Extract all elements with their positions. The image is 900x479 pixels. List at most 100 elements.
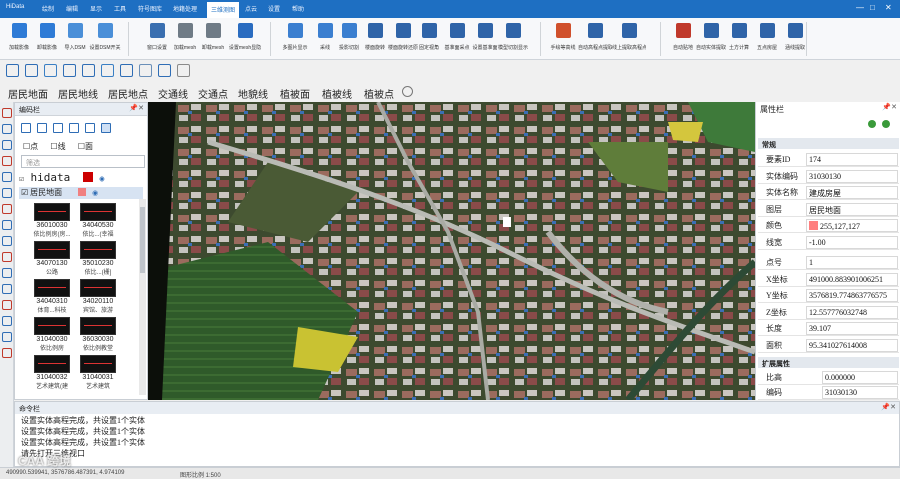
filter-input[interactable]: 筛选 xyxy=(21,155,145,168)
layer-button-resident-point[interactable]: 居民地点 xyxy=(108,86,148,101)
select-icon[interactable] xyxy=(2,204,12,214)
layer-button-resident-line[interactable]: 居民地线 xyxy=(58,86,98,101)
small-grid-icon[interactable] xyxy=(69,123,79,133)
refresh-icon[interactable] xyxy=(882,120,890,128)
snap-icon[interactable] xyxy=(2,284,12,294)
tab-draw[interactable]: 绘制 xyxy=(42,4,54,13)
checkbox-icon[interactable]: ☑ xyxy=(21,188,28,197)
property-value[interactable]: -1.00 xyxy=(806,235,898,249)
camera-icon[interactable] xyxy=(101,64,114,77)
property-value[interactable]: 居民地面 xyxy=(806,202,898,216)
property-value[interactable]: 建成房屋 xyxy=(806,186,898,199)
property-value[interactable]: 12.557776032748 xyxy=(806,305,898,319)
layer-button-landform-line[interactable]: 地貌线 xyxy=(238,86,268,101)
target-icon[interactable] xyxy=(2,332,12,342)
draw-icon[interactable] xyxy=(2,252,12,262)
eye-icon[interactable]: ◉ xyxy=(99,174,104,183)
triangle-icon[interactable] xyxy=(158,64,171,77)
layer-button-resident-area[interactable]: 居民地面 xyxy=(8,86,48,101)
layer-icon[interactable] xyxy=(2,348,12,358)
tab-settings[interactable]: 设置 xyxy=(268,4,280,13)
node-icon[interactable] xyxy=(2,300,12,310)
measure-icon[interactable] xyxy=(2,220,12,230)
ribbon-button-dsm-switch[interactable]: 设置DSM开关 xyxy=(88,21,122,59)
tree-group[interactable]: ☑ 居民地面 ◉ xyxy=(19,187,143,199)
grid-icon[interactable] xyxy=(44,64,57,77)
tab-help[interactable]: 帮助 xyxy=(292,4,304,13)
cube-icon[interactable] xyxy=(120,64,133,77)
tab-display[interactable]: 显示 xyxy=(90,4,102,13)
checkbox-icon[interactable]: ☑ xyxy=(19,174,24,183)
tab-symbols[interactable]: 符号图库 xyxy=(138,4,162,13)
map-viewport[interactable] xyxy=(148,102,755,400)
property-value[interactable]: 1 xyxy=(806,256,898,269)
settings-icon[interactable] xyxy=(177,64,190,77)
eye-icon[interactable]: ◉ xyxy=(92,189,98,197)
zoom-in-icon[interactable] xyxy=(2,156,12,166)
pin-icon[interactable]: 📌✕ xyxy=(882,103,897,111)
property-value[interactable]: 31030130 xyxy=(822,386,898,399)
zoom-out-icon[interactable] xyxy=(2,172,12,182)
curve-icon[interactable] xyxy=(139,64,152,77)
layer-button-traffic-point[interactable]: 交通点 xyxy=(198,86,228,101)
symbol-item[interactable]: 31040031 艺术建筑 xyxy=(75,355,121,405)
layer-button-traffic-line[interactable]: 交通线 xyxy=(158,86,188,101)
symbol-item[interactable]: 31040032 艺术建筑(建 xyxy=(29,355,75,405)
select-icon[interactable] xyxy=(101,123,111,133)
tab-tools[interactable]: 工具 xyxy=(114,4,126,13)
property-value[interactable]: 174 xyxy=(806,153,898,166)
dsm-icon xyxy=(67,23,83,38)
property-value[interactable]: 0.000000 xyxy=(822,371,898,384)
image-icon[interactable] xyxy=(25,64,38,77)
tag-icon[interactable] xyxy=(82,64,95,77)
tab-pointcloud[interactable]: 点云 xyxy=(245,4,257,13)
pan-icon[interactable] xyxy=(2,140,12,150)
list-icon[interactable] xyxy=(21,123,31,133)
line-checkbox[interactable]: ☐ xyxy=(50,142,57,151)
ribbon-button-elevation[interactable]: 自动高程点提取 xyxy=(578,21,612,59)
property-key: 实体名称 xyxy=(766,188,798,197)
close-icon[interactable]: ✕ xyxy=(885,3,892,12)
maximize-icon[interactable]: □ xyxy=(870,3,875,12)
undo-icon[interactable] xyxy=(2,108,12,118)
property-value[interactable]: 95.341027614008 xyxy=(806,338,898,352)
globe-icon[interactable] xyxy=(63,64,76,77)
area-checkbox[interactable]: ☐ xyxy=(78,142,85,151)
tab-hidata[interactable]: HiData xyxy=(6,4,24,10)
layer-button-vegetation-area[interactable]: 植被面 xyxy=(280,86,310,101)
property-value[interactable]: 3576819.774863776575 xyxy=(806,289,898,302)
sort-icon[interactable] xyxy=(85,123,95,133)
minimize-icon[interactable]: — xyxy=(856,3,864,12)
gear-icon[interactable] xyxy=(402,86,413,97)
property-value[interactable]: 491000.883901006251 xyxy=(806,272,898,286)
ribbon-button-dsm[interactable]: 导入DSM xyxy=(58,21,92,59)
ribbon-button-eye[interactable]: 设置mesh显隐 xyxy=(228,21,262,59)
ribbon-button-line-elevation[interactable]: 线上提取高程点 xyxy=(612,21,646,59)
delete-icon[interactable] xyxy=(2,268,12,278)
redo-icon[interactable] xyxy=(2,124,12,134)
grid-icon[interactable] xyxy=(53,123,63,133)
layer-icon[interactable] xyxy=(6,64,19,77)
tree-root[interactable]: ☑ hidata ◉ xyxy=(19,171,143,185)
property-value[interactable]: 39.107 xyxy=(806,322,898,335)
layer-button-vegetation-point[interactable]: 植被点 xyxy=(364,86,394,101)
edit-icon[interactable] xyxy=(2,236,12,246)
tab-edit[interactable]: 编辑 xyxy=(66,4,78,13)
tab-3d-mapping[interactable]: 三维测图 xyxy=(207,2,240,18)
rotate-icon[interactable] xyxy=(2,188,12,198)
symbol-scrollbar[interactable] xyxy=(139,199,146,395)
selected-building[interactable] xyxy=(503,217,511,227)
tab-cadastre[interactable]: 地籍处理 xyxy=(173,4,197,13)
ribbon-button-contour-draw[interactable]: 手绘等高线 xyxy=(546,21,580,59)
property-value[interactable]: 255,127,127 xyxy=(806,219,898,232)
pin-icon[interactable]: 📌✕ xyxy=(129,104,144,112)
ribbon-button-model-cut[interactable]: 模型切割显示 xyxy=(496,21,530,59)
add-icon[interactable] xyxy=(868,120,876,128)
ribbon-button-multi-image[interactable]: 多图片显示 xyxy=(278,21,312,59)
layer-button-vegetation-line[interactable]: 植被线 xyxy=(322,86,352,101)
close-icon[interactable] xyxy=(2,316,12,326)
pin-icon[interactable]: 📌✕ xyxy=(881,403,896,411)
property-value[interactable]: 31030130 xyxy=(806,169,898,183)
ribbon-button-mesh-unload[interactable]: 卸载mesh xyxy=(196,21,230,59)
detail-icon[interactable] xyxy=(37,123,47,133)
